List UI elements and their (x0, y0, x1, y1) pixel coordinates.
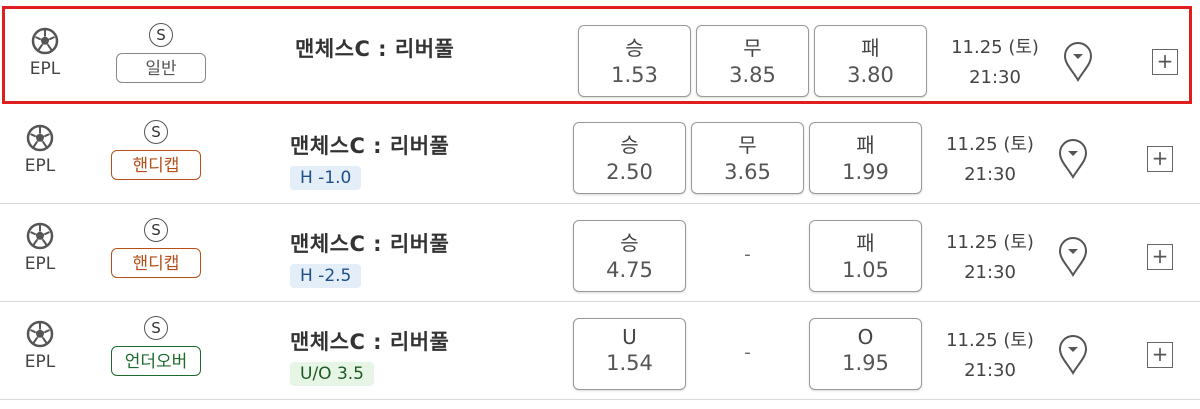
expand-button[interactable]: + (1147, 342, 1173, 368)
expand-button[interactable]: + (1147, 146, 1173, 172)
match-title: 맨체스C : 리버풀 (290, 232, 450, 256)
league-name: EPL (24, 156, 56, 176)
sport-badge: S (149, 23, 173, 47)
sport-badge: S (144, 120, 168, 144)
match-title: 맨체스C : 리버풀 (290, 330, 450, 354)
odds-label: 승 (620, 231, 639, 255)
odds-value: 1.05 (842, 258, 889, 282)
odds-value: 1.95 (842, 351, 889, 375)
odds-value: 4.75 (606, 258, 653, 282)
match-datetime: 11.25 (토) 21:30 (935, 326, 1045, 386)
league-cell: EPL (20, 320, 60, 372)
draw-unavailable: - (744, 342, 751, 363)
soccer-ball-icon (26, 124, 54, 152)
odds-value: 3.85 (729, 63, 776, 87)
expand-button[interactable]: + (1152, 49, 1178, 75)
match-time: 21:30 (969, 67, 1021, 88)
match-info: 맨체스C : 리버풀 H -2.5 (290, 228, 560, 288)
odds-value: 3.65 (724, 160, 771, 184)
match-time: 21:30 (964, 360, 1016, 381)
soccer-ball-icon (26, 222, 54, 250)
league-name: EPL (24, 352, 56, 372)
bet-type-cell: S 핸디캡 (108, 218, 204, 278)
league-name: EPL (24, 254, 56, 274)
odds-value: 1.53 (611, 63, 658, 87)
bet-type-cell: S 일반 (113, 23, 209, 83)
odds-label: 패 (856, 133, 875, 157)
map-pin-chevron-icon[interactable] (1057, 333, 1089, 375)
match-datetime: 11.25 (토) 21:30 (940, 33, 1050, 93)
match-title: 맨체스C : 리버풀 (295, 37, 455, 61)
match-datetime: 11.25 (토) 21:30 (935, 228, 1045, 288)
bet-type-tag: 핸디캡 (111, 248, 201, 278)
odds-value: 2.50 (606, 160, 653, 184)
odds-button-lose[interactable]: 패 1.99 (809, 122, 922, 194)
odds-value: 1.54 (606, 351, 653, 375)
bet-type-tag: 일반 (116, 53, 206, 83)
odds-label: O (857, 325, 874, 349)
match-info: 맨체스C : 리버풀 H -1.0 (290, 130, 560, 190)
odds-label: 승 (625, 36, 644, 60)
map-pin-chevron-icon[interactable] (1057, 137, 1089, 179)
odds-button-over[interactable]: O 1.95 (809, 318, 922, 390)
soccer-ball-icon (26, 320, 54, 348)
map-pin-chevron-icon[interactable] (1062, 40, 1094, 82)
under-over-line-badge: U/O 3.5 (290, 362, 374, 386)
match-info: 맨체스C : 리버풀 U/O 3.5 (290, 326, 560, 386)
bet-type-tag: 핸디캡 (111, 150, 201, 180)
match-date: 11.25 (토) (946, 232, 1034, 253)
match-title: 맨체스C : 리버풀 (290, 134, 450, 158)
bet-type-cell: S 핸디캡 (108, 120, 204, 180)
odds-value: 3.80 (847, 63, 894, 87)
odds-label: 패 (861, 36, 880, 60)
league-cell: EPL (20, 222, 60, 274)
odds-button-win[interactable]: 승 1.53 (578, 25, 691, 97)
league-cell: EPL (20, 124, 60, 176)
soccer-ball-icon (31, 27, 59, 55)
odds-value: 1.99 (842, 160, 889, 184)
match-info: 맨체스C : 리버풀 (295, 33, 565, 63)
odds-button-lose[interactable]: 패 1.05 (809, 220, 922, 292)
match-datetime: 11.25 (토) 21:30 (935, 130, 1045, 190)
map-pin-chevron-icon[interactable] (1057, 235, 1089, 277)
handicap-line-badge: H -1.0 (290, 166, 362, 190)
league-name: EPL (29, 59, 61, 79)
odds-button-draw[interactable]: 무 3.85 (696, 25, 809, 97)
draw-unavailable: - (744, 244, 751, 265)
bet-type-tag: 언더오버 (111, 346, 201, 376)
odds-label: 무 (738, 133, 757, 157)
odds-button-win[interactable]: 승 4.75 (573, 220, 686, 292)
match-date: 11.25 (토) (946, 330, 1034, 351)
match-row[interactable]: EPL S 핸디캡 맨체스C : 리버풀 H -1.0 승 2.50 무 3.6… (0, 106, 1200, 204)
sport-badge: S (144, 218, 168, 242)
match-date: 11.25 (토) (946, 134, 1034, 155)
expand-button[interactable]: + (1147, 244, 1173, 270)
league-cell: EPL (25, 27, 65, 79)
sport-badge: S (144, 316, 168, 340)
odds-label: 패 (856, 231, 875, 255)
match-row[interactable]: EPL S 핸디캡 맨체스C : 리버풀 H -2.5 승 4.75 - 패 1… (0, 204, 1200, 302)
odds-label: U (622, 325, 637, 349)
match-row[interactable]: EPL S 일반 맨체스C : 리버풀 승 1.53 무 3.85 패 3.80… (2, 6, 1192, 104)
handicap-line-badge: H -2.5 (290, 264, 362, 288)
odds-button-win[interactable]: 승 2.50 (573, 122, 686, 194)
odds-button-lose[interactable]: 패 3.80 (814, 25, 927, 97)
match-date: 11.25 (토) (951, 37, 1039, 58)
bet-type-cell: S 언더오버 (108, 316, 204, 376)
odds-label: 무 (743, 36, 762, 60)
odds-button-under[interactable]: U 1.54 (573, 318, 686, 390)
match-time: 21:30 (964, 262, 1016, 283)
match-time: 21:30 (964, 164, 1016, 185)
odds-button-draw[interactable]: 무 3.65 (691, 122, 804, 194)
match-row[interactable]: EPL S 언더오버 맨체스C : 리버풀 U/O 3.5 U 1.54 - O… (0, 302, 1200, 400)
match-list: EPL S 일반 맨체스C : 리버풀 승 1.53 무 3.85 패 3.80… (0, 0, 1200, 409)
odds-label: 승 (620, 133, 639, 157)
